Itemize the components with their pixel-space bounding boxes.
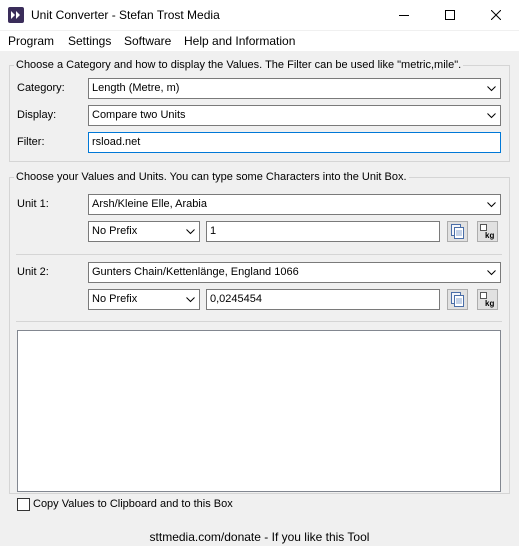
status-bar: sttmedia.com/donate - If you like this T… xyxy=(0,526,519,546)
copy-icon xyxy=(451,224,464,239)
minimize-button[interactable] xyxy=(381,0,427,31)
donate-link[interactable]: sttmedia.com/donate - If you like this T… xyxy=(150,530,370,544)
category-label: Category: xyxy=(17,82,65,94)
kg-unit-icon: kg xyxy=(480,292,494,308)
unit2-value-input[interactable]: 0,0245454 xyxy=(206,289,440,310)
title-bar: Unit Converter - Stefan Trost Media xyxy=(0,0,519,31)
unit2-value: Gunters Chain/Kettenlänge, England 1066 xyxy=(92,266,299,278)
menu-software[interactable]: Software xyxy=(124,34,171,48)
close-button[interactable] xyxy=(473,0,519,31)
output-textbox[interactable] xyxy=(17,330,501,492)
unit2-prefix-value: No Prefix xyxy=(92,293,138,305)
category-value: Length (Metre, m) xyxy=(92,82,180,94)
menu-bar: Program Settings Software Help and Infor… xyxy=(0,31,519,51)
unit-separator xyxy=(16,254,502,255)
unit2-kg-button[interactable]: kg xyxy=(477,289,498,310)
unit1-kg-button[interactable]: kg xyxy=(477,221,498,242)
kg-unit-icon: kg xyxy=(480,224,494,240)
menu-help[interactable]: Help and Information xyxy=(184,34,295,48)
unit1-label: Unit 1: xyxy=(17,198,49,210)
unit1-value-input[interactable]: 1 xyxy=(206,221,440,242)
app-double-arrow-icon xyxy=(8,7,24,23)
unit1-copy-button[interactable] xyxy=(447,221,468,242)
window-title: Unit Converter - Stefan Trost Media xyxy=(31,8,220,22)
output-separator xyxy=(16,321,502,322)
chevron-down-icon xyxy=(487,270,496,276)
kg-icon-text: kg xyxy=(485,231,494,240)
chevron-down-icon xyxy=(487,202,496,208)
display-value: Compare two Units xyxy=(92,109,186,121)
copy-icon xyxy=(451,292,464,307)
chevron-down-icon xyxy=(487,113,496,119)
copy-values-label[interactable]: Copy Values to Clipboard and to this Box xyxy=(33,498,233,510)
maximize-button[interactable] xyxy=(427,0,473,31)
maximize-icon xyxy=(445,10,455,20)
chevron-down-icon xyxy=(487,86,496,92)
category-group-caption: Choose a Category and how to display the… xyxy=(14,59,464,71)
minimize-icon xyxy=(399,15,409,16)
unit1-value: Arsh/Kleine Elle, Arabia xyxy=(92,198,207,210)
menu-program[interactable]: Program xyxy=(8,34,54,48)
values-group-caption: Choose your Values and Units. You can ty… xyxy=(14,171,409,183)
menu-settings[interactable]: Settings xyxy=(68,34,111,48)
copy-values-checkbox[interactable] xyxy=(17,498,30,511)
unit2-label: Unit 2: xyxy=(17,266,49,278)
kg-icon-text: kg xyxy=(485,299,494,308)
filter-label: Filter: xyxy=(17,136,45,148)
unit2-select[interactable]: Gunters Chain/Kettenlänge, England 1066 xyxy=(88,262,501,283)
display-label: Display: xyxy=(17,109,57,121)
unit1-select[interactable]: Arsh/Kleine Elle, Arabia xyxy=(88,194,501,215)
unit1-prefix-select[interactable]: No Prefix xyxy=(88,221,200,242)
close-icon xyxy=(490,9,502,21)
filter-input[interactable]: rsload.net xyxy=(88,132,501,153)
category-select[interactable]: Length (Metre, m) xyxy=(88,78,501,99)
display-select[interactable]: Compare two Units xyxy=(88,105,501,126)
chevron-down-icon xyxy=(186,229,195,235)
chevron-down-icon xyxy=(186,297,195,303)
unit2-prefix-select[interactable]: No Prefix xyxy=(88,289,200,310)
unit1-prefix-value: No Prefix xyxy=(92,225,138,237)
unit2-copy-button[interactable] xyxy=(447,289,468,310)
